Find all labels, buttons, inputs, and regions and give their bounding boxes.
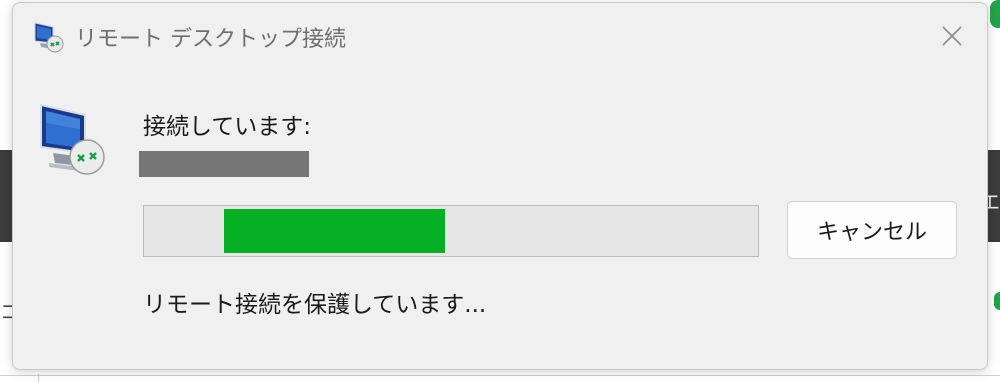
remote-desktop-dialog: リモート デスクトップ接続 接続しています: キャンセル リモート接続を保護して…: [12, 2, 988, 370]
connection-progress-bar: [143, 205, 759, 257]
background-divider: [0, 375, 1000, 376]
background-app-badge: [994, 292, 1000, 310]
remote-desktop-icon: [34, 22, 64, 53]
progress-bar-fill: [224, 209, 445, 253]
close-button[interactable]: [929, 13, 975, 59]
redacted-hostname: [139, 151, 309, 177]
background-app-badge: [990, 0, 1000, 28]
close-icon: [942, 26, 962, 46]
background-divider: [38, 374, 39, 382]
title-bar: リモート デスクトップ接続: [13, 3, 987, 67]
cancel-button[interactable]: キャンセル: [787, 201, 957, 259]
status-text: リモート接続を保護しています...: [143, 292, 487, 318]
connecting-label: 接続しています:: [143, 114, 312, 140]
remote-desktop-computer-icon: [40, 103, 105, 175]
window-title: リモート デスクトップ接続: [75, 27, 346, 52]
